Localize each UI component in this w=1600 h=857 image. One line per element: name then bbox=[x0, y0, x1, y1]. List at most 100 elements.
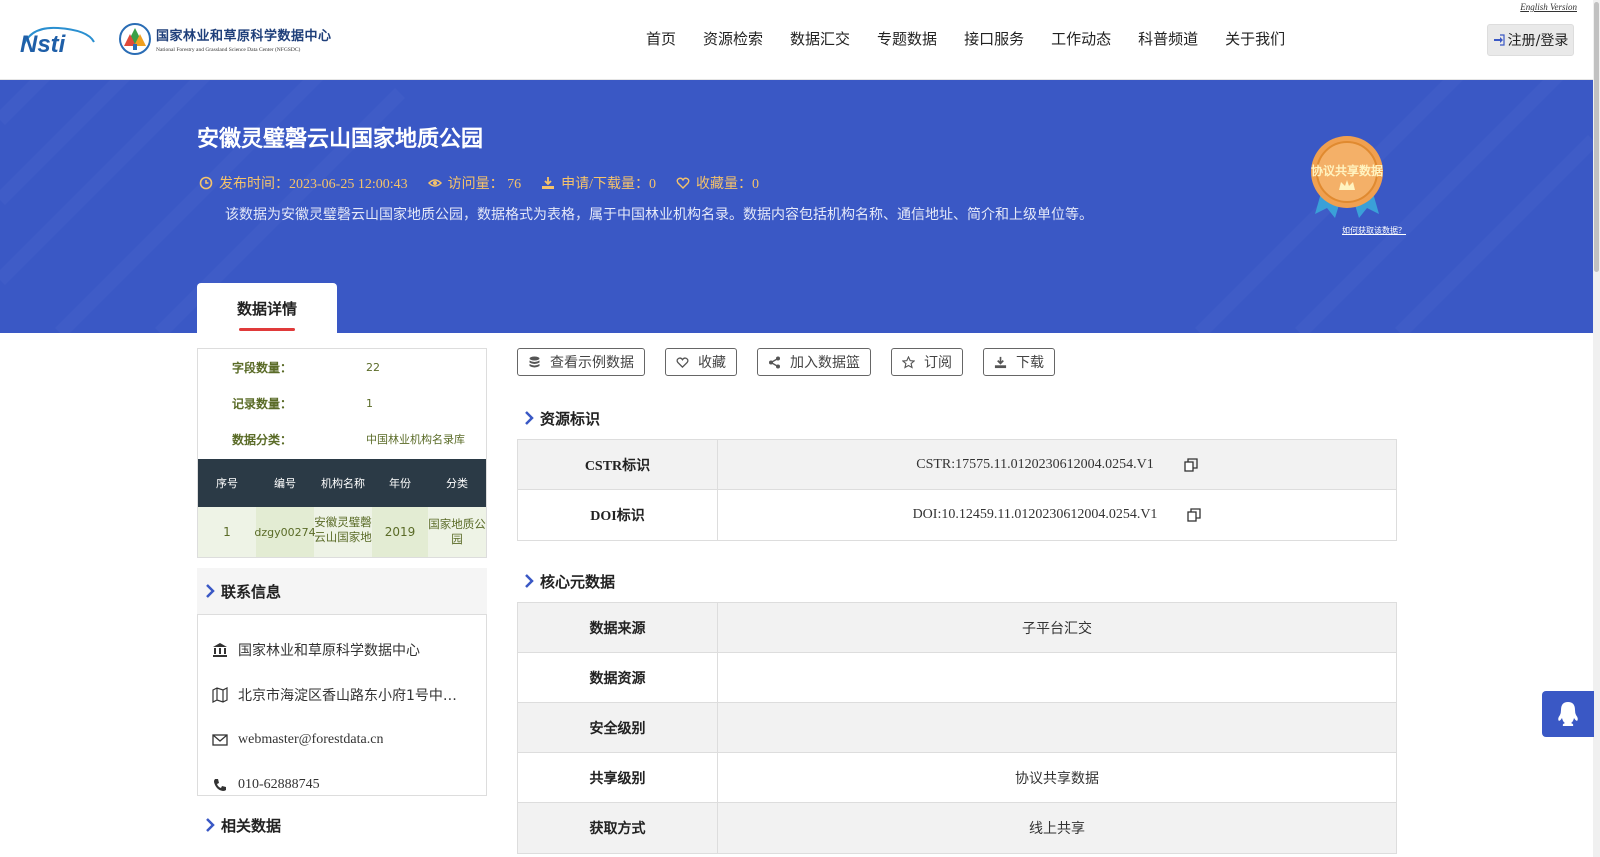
star-icon bbox=[902, 355, 915, 369]
contact-phone: 010-62888745 bbox=[212, 762, 472, 807]
share-icon bbox=[769, 356, 780, 368]
qq-penguin-icon bbox=[1558, 702, 1578, 726]
row-value: 线上共享 bbox=[1029, 821, 1085, 837]
sample-table-header: 序号 编号 机构名称 年份 分类 bbox=[198, 459, 486, 507]
left-column: 字段数量： 22 记录数量： 1 数据分类： 中国林业机构名录库 序号 编号 机… bbox=[197, 348, 487, 840]
login-button[interactable]: 注册/登录 bbox=[1487, 24, 1574, 56]
resource-id-title: 资源标识 bbox=[540, 409, 601, 428]
row-value: DOI:10.12459.11.0120230612004.0254.V1 bbox=[718, 490, 1396, 540]
stat-category: 数据分类： 中国林业机构名录库 bbox=[198, 421, 488, 457]
how-to-get-link[interactable]: 如何获取该数据？ bbox=[1342, 225, 1406, 236]
contact-email: webmaster@forestdata.cn bbox=[212, 717, 472, 762]
doi-value: DOI:10.12459.11.0120230612004.0254.V1 bbox=[912, 507, 1158, 522]
tab-active-indicator bbox=[239, 328, 295, 331]
stats-panel: 字段数量： 22 记录数量： 1 数据分类： 中国林业机构名录库 序号 编号 机… bbox=[197, 348, 487, 558]
page-scrollbar[interactable] bbox=[1593, 0, 1600, 857]
cell-year: 2019 bbox=[372, 507, 428, 557]
svg-text:Nsti: Nsti bbox=[20, 31, 67, 56]
english-version-link[interactable]: English Version bbox=[1520, 2, 1577, 12]
contact-header: 联系信息 bbox=[197, 568, 487, 614]
contact-address: 北京市海淀区香山路东小府1号中国林业科学研究院 bbox=[212, 672, 472, 717]
nav-topic-data[interactable]: 专题数据 bbox=[877, 28, 937, 49]
nav-api-service[interactable]: 接口服务 bbox=[964, 28, 1024, 49]
nav-science-popularization[interactable]: 科普频道 bbox=[1138, 28, 1198, 49]
row-value bbox=[718, 653, 1396, 702]
chevron-right-icon bbox=[525, 411, 534, 425]
subscribe-label: 订阅 bbox=[924, 355, 952, 371]
col-code: 编号 bbox=[274, 477, 296, 490]
tab-data-details[interactable]: 数据详情 bbox=[197, 283, 337, 333]
download-button[interactable]: 下载 bbox=[983, 348, 1055, 376]
row-value bbox=[718, 703, 1396, 752]
table-row: 数据来源 子平台汇交 bbox=[518, 603, 1396, 653]
main-nav: 首页 资源检索 数据汇交 专题数据 接口服务 工作动态 科普频道 关于我们 bbox=[646, 28, 1312, 49]
phone-icon bbox=[214, 778, 226, 791]
cell-org-name: 安徽灵璧磬云山国家地 bbox=[314, 515, 372, 544]
dataset-banner: 安徽灵璧磬云山国家地质公园 发布时间：2023-06-25 12:00:43 访… bbox=[0, 80, 1593, 333]
row-value: 协议共享数据 bbox=[1015, 770, 1099, 787]
stat-field-count: 字段数量： 22 bbox=[198, 349, 488, 385]
chevron-right-icon bbox=[206, 818, 215, 832]
col-index: 序号 bbox=[216, 477, 238, 490]
table-row: 共享级别 协议共享数据 bbox=[518, 753, 1396, 803]
stat-value: 1 bbox=[366, 396, 373, 410]
resource-id-header: 资源标识 bbox=[517, 406, 1397, 430]
badge-label: 协议共享数据 bbox=[1310, 164, 1383, 178]
stat-record-count: 记录数量： 1 bbox=[198, 385, 488, 421]
contact-panel: 国家林业和草原科学数据中心 北京市海淀区香山路东小府1号中国林业科学研究院 we… bbox=[197, 614, 487, 796]
contact-address-text: 北京市海淀区香山路东小府1号中国林业科学研究院 bbox=[238, 687, 468, 704]
nsti-logo[interactable]: Nsti bbox=[18, 22, 98, 56]
add-to-basket-label: 加入数据篮 bbox=[790, 355, 860, 371]
scrollbar-thumb[interactable] bbox=[1594, 2, 1599, 272]
download-label: 下载 bbox=[1016, 355, 1044, 371]
table-row: CSTR标识 CSTR:17575.11.0120230612004.0254.… bbox=[518, 440, 1396, 490]
nfgsdc-logo[interactable]: 国家林业和草原科学数据中心 National Forestry and Gras… bbox=[118, 22, 332, 56]
tab-data-details-label: 数据详情 bbox=[236, 300, 297, 318]
action-toolbar: 查看示例数据 收藏 加入数据篮 订阅 下载 bbox=[517, 348, 1397, 376]
nfgsdc-emblem-icon bbox=[119, 23, 151, 55]
chevron-right-icon bbox=[525, 574, 534, 588]
contact-title: 联系信息 bbox=[221, 582, 282, 601]
nav-resource-search[interactable]: 资源检索 bbox=[703, 28, 763, 49]
login-label: 注册/登录 bbox=[1507, 33, 1569, 49]
table-row: DOI标识 DOI:10.12459.11.0120230612004.0254… bbox=[518, 490, 1396, 540]
stat-key: 记录数量： bbox=[232, 396, 293, 411]
contact-email-text[interactable]: webmaster@forestdata.cn bbox=[238, 732, 383, 748]
table-row: 安全级别 bbox=[518, 703, 1396, 753]
copy-icon[interactable] bbox=[1184, 457, 1198, 472]
table-row: 获取方式 线上共享 bbox=[518, 803, 1396, 853]
resource-id-table: CSTR标识 CSTR:17575.11.0120230612004.0254.… bbox=[517, 439, 1397, 541]
dataset-meta: 发布时间：2023-06-25 12:00:43 访问量： 76 申请/下载量：… bbox=[199, 173, 779, 193]
cell-index: 1 bbox=[223, 524, 231, 539]
nav-data-submission[interactable]: 数据汇交 bbox=[790, 28, 850, 49]
map-icon bbox=[212, 686, 228, 703]
core-meta-title: 核心元数据 bbox=[540, 572, 616, 591]
center-name-cn: 国家林业和草原科学数据中心 bbox=[156, 29, 332, 44]
publish-time: 发布时间：2023-06-25 12:00:43 bbox=[219, 177, 408, 192]
qq-chat-button[interactable] bbox=[1542, 691, 1594, 737]
contact-phone-text: 010-62888745 bbox=[238, 776, 320, 792]
row-value: CSTR:17575.11.0120230612004.0254.V1 bbox=[718, 440, 1396, 489]
heart-icon bbox=[676, 356, 689, 368]
table-row: 1 dzgy00274 安徽灵璧磬云山国家地 2019 国家地质公园 bbox=[198, 507, 486, 557]
chevron-right-icon bbox=[206, 584, 215, 598]
download-icon bbox=[994, 356, 1007, 368]
view-sample-label: 查看示例数据 bbox=[550, 355, 634, 371]
view-sample-button[interactable]: 查看示例数据 bbox=[517, 348, 645, 376]
col-year: 年份 bbox=[389, 477, 411, 490]
institution-icon bbox=[213, 642, 227, 657]
core-meta-table: 数据来源 子平台汇交 数据资源 安全级别 共享级别 协议共享数据 获取方式 线上… bbox=[517, 602, 1397, 854]
sign-in-icon bbox=[1493, 34, 1505, 46]
row-key: 共享级别 bbox=[518, 753, 718, 802]
row-key: 数据资源 bbox=[518, 653, 718, 702]
copy-icon[interactable] bbox=[1187, 508, 1202, 522]
add-to-basket-button[interactable]: 加入数据篮 bbox=[757, 348, 871, 376]
subscribe-button[interactable]: 订阅 bbox=[891, 348, 963, 376]
table-row: 数据资源 bbox=[518, 653, 1396, 703]
visit-count: 访问量： 76 bbox=[447, 177, 522, 192]
nav-home[interactable]: 首页 bbox=[646, 28, 676, 49]
favorite-button[interactable]: 收藏 bbox=[665, 348, 737, 376]
nav-about-us[interactable]: 关于我们 bbox=[1225, 28, 1285, 49]
nav-news[interactable]: 工作动态 bbox=[1051, 28, 1111, 49]
contact-org: 国家林业和草原科学数据中心 bbox=[212, 627, 472, 672]
